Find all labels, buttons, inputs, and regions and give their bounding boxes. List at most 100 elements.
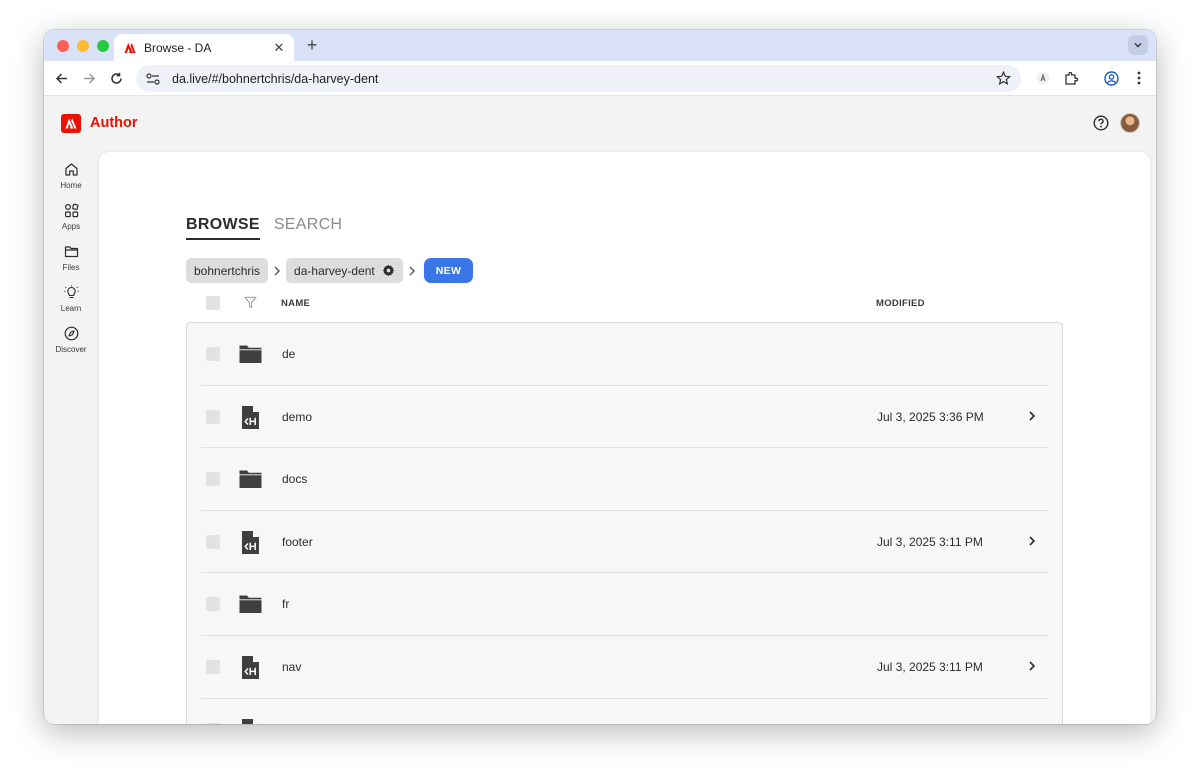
- tab-title: Browse - DA: [144, 40, 212, 55]
- chevron-right-icon[interactable]: [1026, 410, 1038, 422]
- html-document-icon: [242, 405, 259, 429]
- nav-item-apps[interactable]: Apps: [44, 203, 98, 244]
- row-checkbox[interactable]: [206, 722, 220, 724]
- back-button[interactable]: [53, 70, 69, 86]
- html-document-icon: [242, 530, 259, 554]
- home-icon: [64, 163, 78, 176]
- list-item[interactable]: footer Jul 3, 2025 3:11 PM: [201, 511, 1048, 574]
- forward-button[interactable]: [81, 70, 97, 86]
- gear-icon[interactable]: [382, 264, 395, 277]
- more-vertical-icon: [1137, 71, 1141, 85]
- nav-item-files[interactable]: Files: [44, 244, 98, 285]
- breadcrumb-org[interactable]: bohnertchris: [186, 258, 269, 283]
- extension-button[interactable]: [1034, 69, 1052, 87]
- address-bar[interactable]: da.live/#/bohnertchris/da-harvey-dent: [136, 65, 1021, 92]
- user-avatar[interactable]: [1120, 113, 1140, 133]
- app-header: Author: [44, 96, 1156, 152]
- row-name: nav: [282, 659, 302, 674]
- adobe-logo-icon: [65, 118, 77, 129]
- nav-label-apps: Apps: [61, 222, 81, 231]
- select-all-checkbox[interactable]: [206, 296, 220, 310]
- row-checkbox[interactable]: [206, 472, 220, 487]
- apps-icon: [64, 203, 78, 218]
- row-checkbox[interactable]: [206, 659, 220, 674]
- column-header-modified[interactable]: MODIFIED: [876, 298, 925, 309]
- compass-icon: [64, 326, 78, 341]
- arrow-right-icon: [83, 72, 95, 84]
- browser-toolbar: da.live/#/bohnertchris/da-harvey-dent: [44, 61, 1156, 96]
- nav-item-discover[interactable]: Discover: [44, 326, 98, 367]
- tab-strip: Browse - DA ✕ +: [44, 30, 1156, 61]
- breadcrumb-org-label: bohnertchris: [194, 263, 261, 278]
- adobe-extension-icon: [1036, 71, 1050, 85]
- tab-search-button[interactable]: [1128, 35, 1148, 55]
- row-name: demo: [282, 409, 313, 424]
- row-checkbox[interactable]: [206, 597, 220, 612]
- profile-icon: [1103, 70, 1119, 86]
- browse-panel: BROWSE SEARCH bohnertchris da-harvey-den…: [99, 152, 1150, 724]
- puzzle-icon: [1064, 71, 1078, 85]
- url-text: da.live/#/bohnertchris/da-harvey-dent: [172, 71, 379, 86]
- chevron-right-icon: [274, 266, 281, 275]
- row-checkbox[interactable]: [206, 347, 220, 361]
- side-navigation: Home Apps Files Learn Discover: [44, 162, 98, 367]
- chevron-right-icon[interactable]: [1026, 535, 1038, 547]
- column-header-name[interactable]: NAME: [281, 298, 310, 309]
- browser-window: Browse - DA ✕ + da.live/#/bohnertchris/d…: [44, 30, 1156, 724]
- row-checkbox[interactable]: [206, 534, 220, 549]
- browser-tab[interactable]: Browse - DA ✕: [114, 34, 294, 61]
- site-settings-icon[interactable]: [146, 72, 160, 85]
- reload-button[interactable]: [108, 70, 124, 86]
- breadcrumb-separator: [268, 266, 286, 276]
- browser-menu-button[interactable]: [1130, 69, 1148, 87]
- help-icon[interactable]: [1093, 115, 1109, 131]
- chevron-right-icon[interactable]: [1026, 660, 1038, 672]
- nav-item-home[interactable]: Home: [44, 162, 98, 203]
- app-brand[interactable]: Author: [90, 115, 138, 131]
- filter-icon[interactable]: [244, 296, 257, 309]
- folder-icon: [239, 470, 262, 489]
- view-tabs: BROWSE SEARCH: [186, 216, 342, 240]
- nav-label-discover: Discover: [55, 345, 87, 354]
- zoom-window-button[interactable]: [97, 40, 109, 52]
- list-header: NAME MODIFIED: [186, 290, 1063, 316]
- list-item[interactable]: de: [201, 323, 1048, 386]
- row-modified: Jul 3, 2025 3:11 PM: [877, 534, 983, 549]
- row-modified: Jul 3, 2025 3:36 PM: [877, 409, 984, 424]
- list-item[interactable]: docs: [201, 448, 1048, 511]
- minimize-window-button[interactable]: [77, 40, 89, 52]
- reload-icon: [110, 72, 122, 84]
- row-modified: Jul 3, 2025 3:11 PM: [877, 659, 983, 674]
- chevron-right-icon: [409, 266, 415, 275]
- html-document-icon: [242, 718, 258, 724]
- list-item[interactable]: [201, 699, 1048, 724]
- nav-item-learn[interactable]: Learn: [44, 285, 98, 326]
- nav-label-home: Home: [60, 181, 82, 190]
- chevron-down-icon: [1134, 43, 1142, 48]
- breadcrumb-separator: [403, 266, 421, 276]
- new-button[interactable]: NEW: [423, 258, 474, 283]
- row-name: fr: [282, 597, 290, 612]
- tab-close-icon[interactable]: ✕: [272, 40, 286, 56]
- new-tab-button[interactable]: +: [302, 35, 322, 56]
- list-item[interactable]: demo Jul 3, 2025 3:36 PM: [201, 386, 1048, 449]
- tab-browse[interactable]: BROWSE: [186, 216, 260, 240]
- adobe-logo[interactable]: [61, 114, 81, 133]
- nav-label-files: Files: [62, 263, 80, 272]
- row-checkbox[interactable]: [206, 409, 220, 424]
- close-window-button[interactable]: [57, 40, 69, 52]
- tab-search[interactable]: SEARCH: [274, 216, 342, 240]
- window-controls: [57, 40, 109, 52]
- breadcrumb-site[interactable]: da-harvey-dent: [286, 258, 403, 283]
- html-document-icon: [242, 655, 259, 679]
- bookmark-star-icon[interactable]: [996, 71, 1011, 86]
- file-list: de demo Jul 3, 2025 3:36 PM docs footer …: [186, 322, 1063, 724]
- extensions-button[interactable]: [1062, 69, 1080, 87]
- list-item[interactable]: nav Jul 3, 2025 3:11 PM: [201, 636, 1048, 699]
- row-name: docs: [282, 472, 308, 487]
- folder-icon: [64, 246, 78, 258]
- breadcrumb-site-label: da-harvey-dent: [294, 263, 375, 278]
- list-item[interactable]: fr: [201, 573, 1048, 636]
- profile-button[interactable]: [1102, 69, 1120, 87]
- folder-icon: [239, 595, 262, 614]
